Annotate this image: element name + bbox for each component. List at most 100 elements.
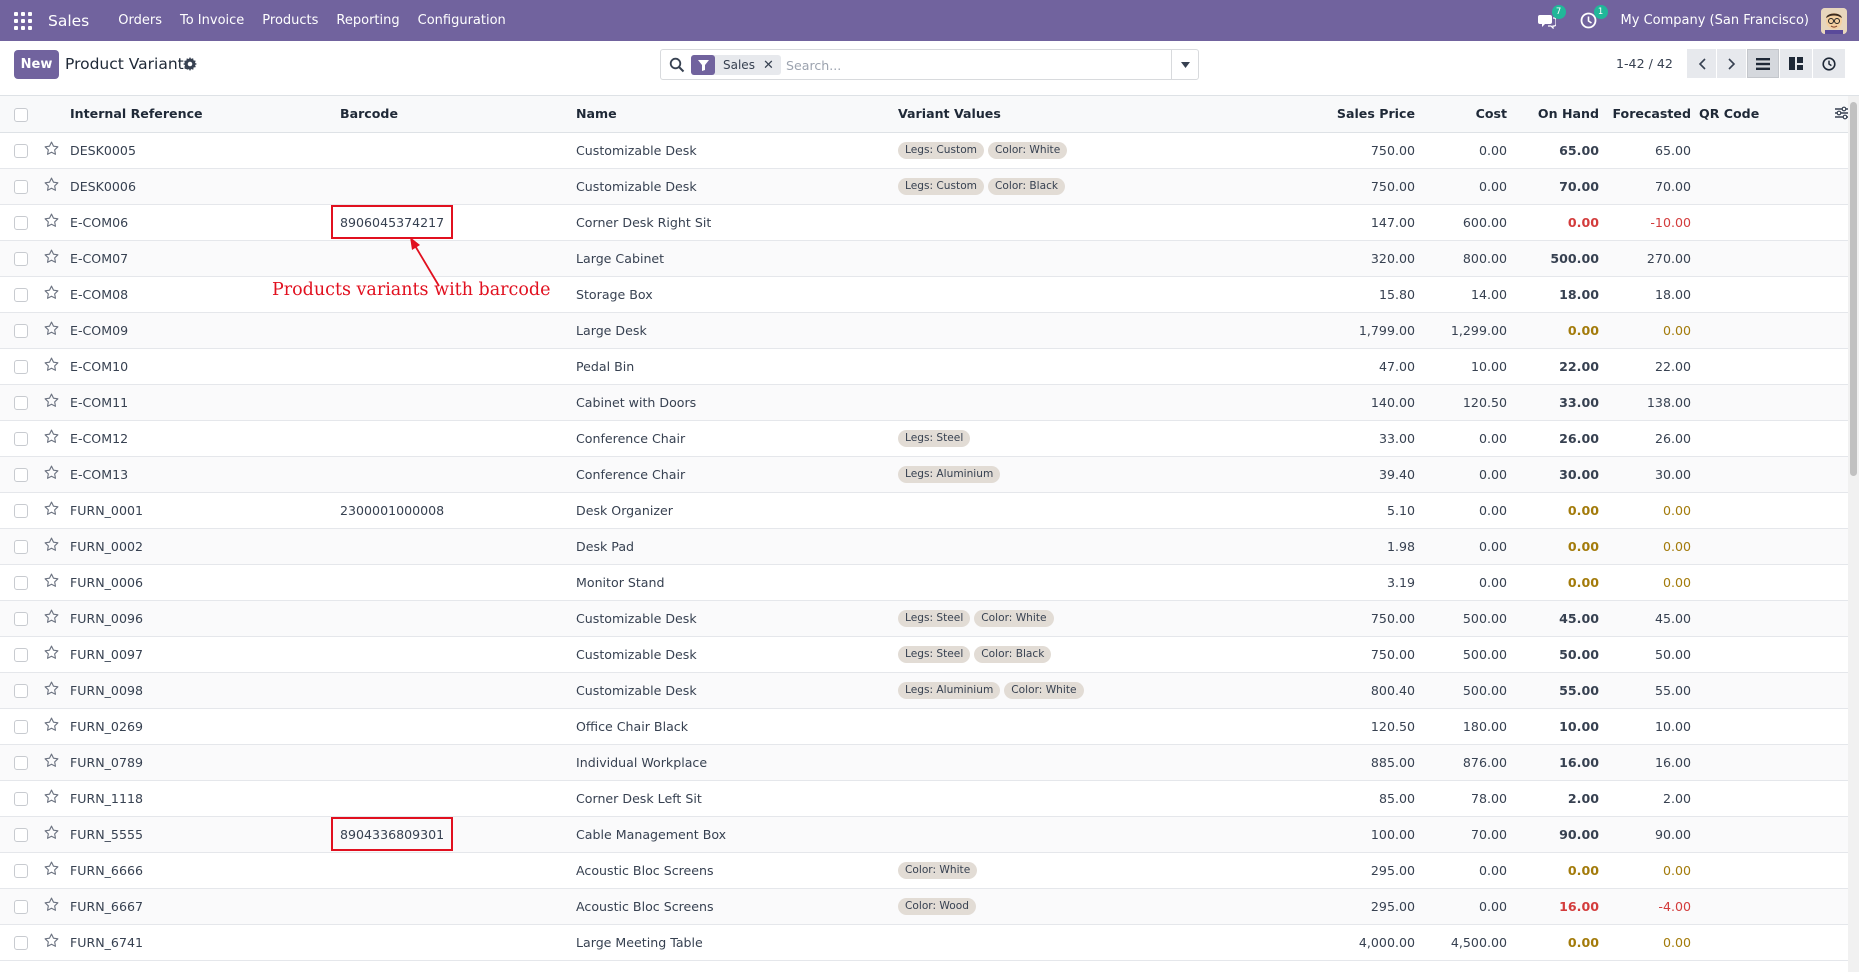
kanban-view-button[interactable] — [1780, 49, 1812, 78]
scrollbar-thumb[interactable] — [1850, 102, 1857, 476]
table-row[interactable]: DESK0005 Customizable Desk Legs: Custom C… — [0, 132, 1848, 169]
col-cost[interactable]: Cost — [1419, 96, 1511, 133]
row-checkbox[interactable] — [0, 240, 40, 277]
table-row[interactable]: FURN_0096 Customizable Desk Legs: Steel C… — [0, 600, 1848, 637]
table-row[interactable]: FURN_0098 Customizable Desk Legs: Alumin… — [0, 672, 1848, 709]
col-name[interactable]: Name — [572, 96, 894, 133]
app-brand[interactable]: Sales — [48, 12, 89, 30]
row-checkbox[interactable] — [0, 672, 40, 709]
table-row[interactable]: FURN_0001 2300001000008 Desk Organizer 5… — [0, 492, 1848, 529]
table-row[interactable]: FURN_6741 Large Meeting Table 4,000.00 4… — [0, 924, 1848, 961]
pager-previous-button[interactable] — [1687, 49, 1716, 78]
favorite-toggle[interactable] — [40, 600, 66, 637]
table-row[interactable]: E-COM12 Conference Chair Legs: Steel 33.… — [0, 420, 1848, 457]
row-checkbox[interactable] — [0, 744, 40, 781]
gear-icon[interactable] — [183, 57, 197, 71]
row-checkbox[interactable] — [0, 600, 40, 637]
favorite-toggle[interactable] — [40, 276, 66, 313]
row-checkbox[interactable] — [0, 816, 40, 853]
table-row[interactable]: FURN_6666 Acoustic Bloc Screens Color: W… — [0, 852, 1848, 889]
table-row[interactable]: FURN_0269 Office Chair Black 120.50 180.… — [0, 708, 1848, 745]
favorite-toggle[interactable] — [40, 204, 66, 241]
favorite-toggle[interactable] — [40, 132, 66, 169]
table-row[interactable]: E-COM09 Large Desk 1,799.00 1,299.00 0.0… — [0, 312, 1848, 349]
table-row[interactable]: E-COM06 8906045374217 Corner Desk Right … — [0, 204, 1848, 241]
activity-view-button[interactable] — [1813, 49, 1845, 78]
row-checkbox[interactable] — [0, 564, 40, 601]
table-row[interactable]: FURN_6667 Acoustic Bloc Screens Color: W… — [0, 888, 1848, 925]
menu-to-invoice[interactable]: To Invoice — [180, 13, 244, 28]
row-checkbox[interactable] — [0, 528, 40, 565]
select-all-checkbox[interactable] — [0, 96, 40, 133]
search-options-toggle[interactable] — [1171, 50, 1198, 79]
activities-button[interactable]: 1 — [1579, 4, 1608, 31]
col-barcode[interactable]: Barcode — [336, 96, 572, 133]
table-row[interactable]: DESK0006 Customizable Desk Legs: Custom C… — [0, 168, 1848, 205]
favorite-toggle[interactable] — [40, 888, 66, 925]
row-checkbox[interactable] — [0, 708, 40, 745]
col-variant-values[interactable]: Variant Values — [894, 96, 1251, 133]
row-checkbox[interactable] — [0, 924, 40, 961]
favorite-toggle[interactable] — [40, 312, 66, 349]
table-row[interactable]: E-COM07 Large Cabinet 320.00 800.00 500.… — [0, 240, 1848, 277]
search-icon[interactable] — [669, 57, 685, 73]
row-checkbox[interactable] — [0, 888, 40, 925]
apps-grid-icon[interactable] — [14, 11, 32, 30]
table-row[interactable]: FURN_0006 Monitor Stand 3.19 0.00 0.00 0… — [0, 564, 1848, 601]
table-row[interactable]: E-COM10 Pedal Bin 47.00 10.00 22.00 22.0… — [0, 348, 1848, 385]
company-switcher[interactable]: My Company (San Francisco) — [1621, 13, 1809, 28]
new-button[interactable]: New — [14, 50, 59, 79]
messages-button[interactable]: 7 — [1537, 4, 1566, 31]
row-checkbox[interactable] — [0, 456, 40, 493]
row-checkbox[interactable] — [0, 312, 40, 349]
favorite-toggle[interactable] — [40, 456, 66, 493]
column-settings-icon[interactable] — [1835, 106, 1848, 120]
row-checkbox[interactable] — [0, 348, 40, 385]
favorite-toggle[interactable] — [40, 348, 66, 385]
menu-orders[interactable]: Orders — [118, 13, 162, 28]
favorite-toggle[interactable] — [40, 384, 66, 421]
favorite-toggle[interactable] — [40, 528, 66, 565]
favorite-toggle[interactable] — [40, 168, 66, 205]
favorite-toggle[interactable] — [40, 816, 66, 853]
col-sales-price[interactable]: Sales Price — [1251, 96, 1419, 133]
favorite-toggle[interactable] — [40, 744, 66, 781]
col-qr-code[interactable]: QR Code — [1695, 96, 1848, 133]
favorite-toggle[interactable] — [40, 636, 66, 673]
table-row[interactable]: FURN_0002 Desk Pad 1.98 0.00 0.00 0.00 — [0, 528, 1848, 565]
favorite-toggle[interactable] — [40, 852, 66, 889]
pager-value[interactable]: 1-42 / 42 — [1616, 56, 1673, 71]
table-row[interactable]: FURN_5555 8904336809301 Cable Management… — [0, 816, 1848, 853]
row-checkbox[interactable] — [0, 384, 40, 421]
row-checkbox[interactable] — [0, 852, 40, 889]
col-on-hand[interactable]: On Hand — [1511, 96, 1603, 133]
close-icon[interactable]: ✕ — [763, 58, 781, 73]
favorite-toggle[interactable] — [40, 492, 66, 529]
search-input[interactable] — [786, 55, 1086, 75]
favorite-toggle[interactable] — [40, 672, 66, 709]
row-checkbox[interactable] — [0, 780, 40, 817]
table-row[interactable]: FURN_0097 Customizable Desk Legs: Steel C… — [0, 636, 1848, 673]
favorite-toggle[interactable] — [40, 420, 66, 457]
favorite-toggle[interactable] — [40, 780, 66, 817]
menu-configuration[interactable]: Configuration — [418, 13, 506, 28]
row-checkbox[interactable] — [0, 168, 40, 205]
row-checkbox[interactable] — [0, 420, 40, 457]
pager-next-button[interactable] — [1717, 49, 1746, 78]
table-row[interactable]: FURN_1118 Corner Desk Left Sit 85.00 78.… — [0, 780, 1848, 817]
menu-reporting[interactable]: Reporting — [336, 13, 399, 28]
favorite-toggle[interactable] — [40, 240, 66, 277]
row-checkbox[interactable] — [0, 132, 40, 169]
list-view-button[interactable] — [1747, 49, 1779, 78]
table-row[interactable]: E-COM11 Cabinet with Doors 140.00 120.50… — [0, 384, 1848, 421]
table-row[interactable]: E-COM13 Conference Chair Legs: Aluminium… — [0, 456, 1848, 493]
avatar[interactable] — [1821, 7, 1847, 34]
menu-products[interactable]: Products — [262, 13, 318, 28]
col-internal-reference[interactable]: Internal Reference — [66, 96, 336, 133]
col-forecasted[interactable]: Forecasted — [1603, 96, 1695, 133]
vertical-scrollbar[interactable] — [1848, 96, 1859, 972]
row-checkbox[interactable] — [0, 636, 40, 673]
row-checkbox[interactable] — [0, 204, 40, 241]
favorite-toggle[interactable] — [40, 564, 66, 601]
favorite-toggle[interactable] — [40, 924, 66, 961]
